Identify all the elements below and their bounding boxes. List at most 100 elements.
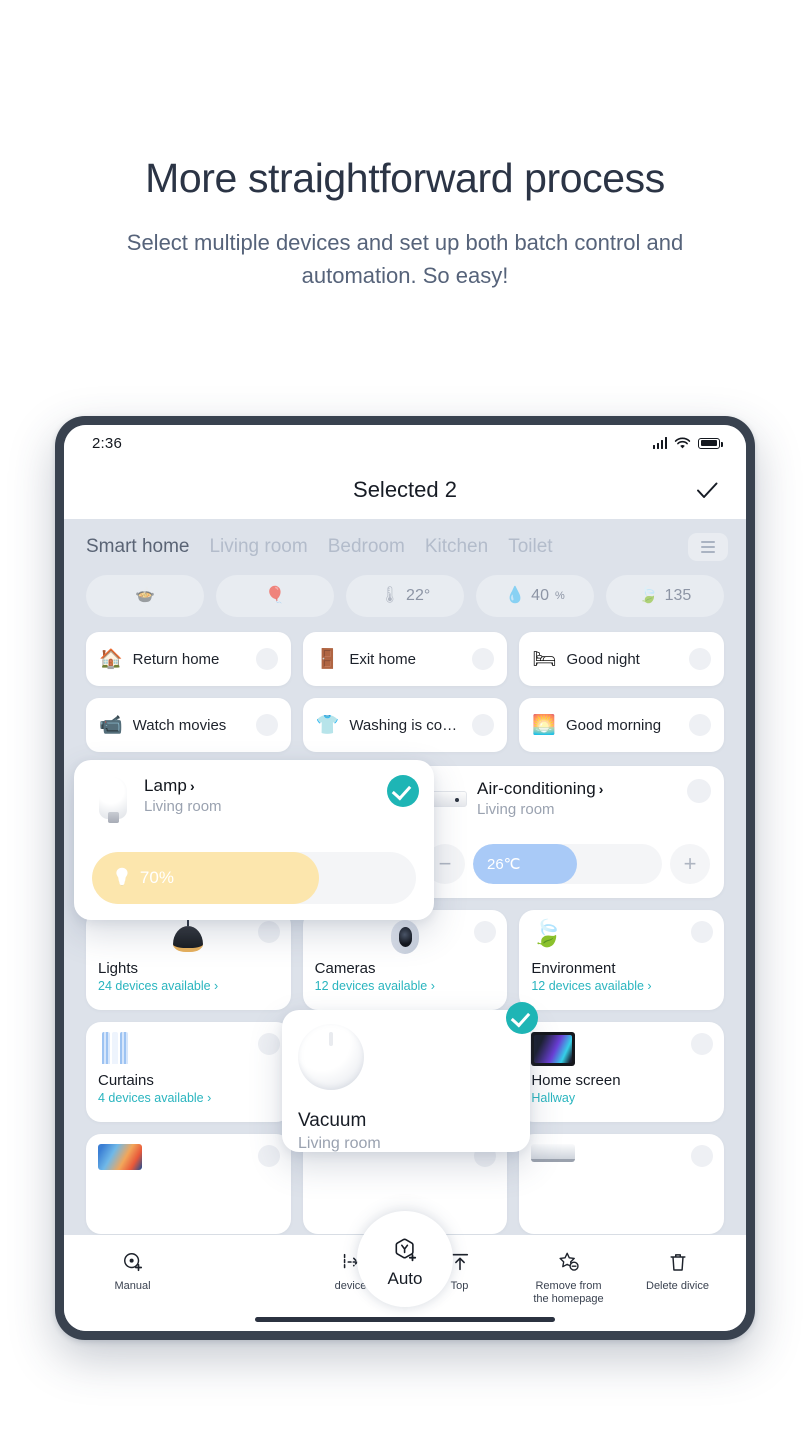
scene-card-good-night[interactable]: 🛏 Good night: [519, 632, 724, 686]
tablet-device-frame: 2:36 Selected 2 Smart home Living room B…: [55, 416, 755, 1340]
balloon-icon: 🎈: [265, 587, 285, 604]
category-card-cameras[interactable]: Cameras 12 devices available ›: [302, 910, 508, 1010]
category-room: Hallway: [531, 1091, 576, 1105]
chevron-right-icon: ›: [189, 778, 195, 794]
category-card-environment[interactable]: 🍃 Environment 12 devices available ›: [519, 910, 725, 1010]
temperature-increase-button[interactable]: +: [670, 844, 710, 884]
room-tab-kitchen[interactable]: Kitchen: [425, 536, 488, 558]
scene-label: Good night: [566, 650, 640, 668]
toolbar-item-manual[interactable]: Manual: [90, 1249, 176, 1293]
page-subtitle: Select multiple devices and set up both …: [126, 230, 684, 288]
sensor-chip-row: 🍲 🎈 🌡 22° 💧 40 % 🍃 135: [64, 571, 746, 617]
device-card-header: Lamp › Living room: [92, 776, 416, 823]
room-tab-toilet[interactable]: Toilet: [508, 536, 552, 558]
device-card-air-conditioning[interactable]: Air-conditioning › Living room − 26℃ +: [411, 766, 724, 898]
scene-card-good-morning[interactable]: 🌅 Good morning: [519, 698, 724, 752]
cellular-signal-icon: [652, 437, 667, 449]
scene-label: Watch movies: [132, 716, 227, 734]
category-card-curtains[interactable]: Curtains 4 devices available ›: [86, 1022, 291, 1122]
device-card-lamp[interactable]: Lamp › Living room 💡 70%: [74, 760, 434, 920]
scene-card-return-home[interactable]: 🏠 Return home: [86, 632, 291, 686]
scene-card-exit-home[interactable]: 🚪 Exit home: [302, 632, 508, 686]
scene-select-toggle[interactable]: [255, 714, 278, 736]
temperature-value: 26℃: [487, 856, 521, 873]
category-select-toggle[interactable]: [691, 921, 714, 943]
category-name: Vacuum: [298, 1110, 367, 1131]
scene-select-toggle[interactable]: [472, 714, 495, 736]
selection-title: Selected 2: [353, 477, 457, 502]
room-tab-smart-home[interactable]: Smart home: [86, 536, 189, 558]
category-select-toggle[interactable]: [691, 1033, 714, 1055]
video-camera-icon: 📹: [99, 714, 123, 736]
category-card-partial-picture[interactable]: [86, 1134, 291, 1234]
leaf-icon: 🍃: [638, 587, 659, 604]
category-name: Environment: [531, 960, 616, 977]
toolbar-item-remove-from-homepage[interactable]: Remove from the homepage: [526, 1249, 612, 1306]
app-content: Smart home Living room Bedroom Kitchen T…: [64, 519, 746, 1331]
tablet-screen: 2:36 Selected 2 Smart home Living room B…: [64, 425, 746, 1331]
temperature-track[interactable]: 26℃: [473, 844, 662, 884]
category-card-partial-ac[interactable]: [519, 1134, 725, 1234]
room-tab-bedroom[interactable]: Bedroom: [328, 536, 405, 558]
curtain-icon: [98, 1032, 279, 1064]
toolbar-item-label: Auto: [387, 1268, 423, 1288]
air-conditioner-icon: [531, 1144, 712, 1176]
brightness-bulb-icon: 💡: [112, 869, 132, 886]
scene-label: Exit home: [349, 650, 417, 668]
sensor-chip-humidity[interactable]: 💧 40 %: [476, 575, 594, 617]
category-card-vacuum[interactable]: Vacuum Living room: [282, 1002, 538, 1152]
confirm-check-icon[interactable]: [692, 475, 722, 505]
category-card-lights[interactable]: Lights 24 devices available ›: [86, 910, 291, 1010]
brightness-slider[interactable]: 💡 70%: [92, 852, 416, 904]
robot-vacuum-icon: [298, 1024, 514, 1094]
category-row-2: Curtains 4 devices available › Home scre…: [64, 1002, 746, 1152]
remove-star-icon: [526, 1249, 612, 1275]
temperature-value: 22°: [406, 587, 431, 604]
device-card-header: Air-conditioning › Living room: [425, 779, 710, 825]
device-select-toggle[interactable]: [687, 779, 711, 803]
temperature-stepper: − 26℃ +: [425, 844, 710, 884]
sensor-chip-temperature[interactable]: 🌡 22°: [346, 575, 464, 617]
leaf-icon: 🍃: [531, 918, 564, 948]
room-tab-living-room[interactable]: Living room: [209, 536, 307, 558]
manual-add-icon: [90, 1249, 176, 1275]
category-card-home-screen[interactable]: Home screen Hallway: [519, 1022, 725, 1122]
scene-card-washing[interactable]: 👕 Washing is co…: [302, 698, 508, 752]
scene-select-toggle[interactable]: [472, 648, 495, 670]
scene-label: Return home: [132, 650, 220, 668]
category-select-toggle[interactable]: [257, 921, 280, 943]
house-icon: 🏠: [99, 648, 123, 670]
hamburger-menu-icon[interactable]: [688, 533, 728, 561]
status-bar-clock: 2:36: [92, 434, 122, 452]
status-bar-icons: [652, 437, 723, 450]
home-indicator[interactable]: [255, 1317, 555, 1322]
scene-select-toggle[interactable]: [689, 714, 711, 736]
sensor-chip-air-quality[interactable]: 🍃 135: [606, 575, 724, 617]
scene-select-toggle[interactable]: [689, 648, 711, 670]
humidity-drop-icon: 💧: [505, 587, 526, 604]
sensor-chip-cooking[interactable]: 🍲: [86, 575, 204, 617]
scene-card-watch-movies[interactable]: 📹 Watch movies: [86, 698, 291, 752]
toolbar-item-auto[interactable]: Auto: [357, 1211, 453, 1307]
scene-select-toggle[interactable]: [255, 648, 278, 670]
humidity-unit: %: [554, 590, 565, 602]
scene-label: Washing is co…: [349, 716, 458, 734]
sunrise-icon: 🌅: [532, 714, 556, 736]
wifi-icon: [674, 437, 691, 448]
pendant-lamp-icon: [98, 917, 279, 952]
picture-frame-icon: [98, 1144, 279, 1176]
category-device-count: 12 devices available ›: [314, 979, 435, 993]
category-select-toggle[interactable]: [506, 1002, 538, 1034]
door-icon: 🚪: [315, 648, 340, 670]
sensor-chip-balloon[interactable]: 🎈: [216, 575, 334, 617]
scene-label: Good morning: [566, 716, 662, 734]
device-select-toggle[interactable]: [387, 775, 419, 807]
category-select-toggle[interactable]: [257, 1033, 280, 1055]
category-name: Home screen: [531, 1072, 621, 1089]
category-select-toggle[interactable]: [257, 1145, 280, 1167]
toolbar-item-delete-device[interactable]: Delete divice: [635, 1249, 721, 1293]
status-bar: 2:36: [64, 425, 746, 461]
category-room: Living room: [298, 1135, 381, 1152]
category-device-count: 4 devices available ›: [98, 1091, 212, 1105]
category-select-toggle[interactable]: [691, 1145, 714, 1167]
